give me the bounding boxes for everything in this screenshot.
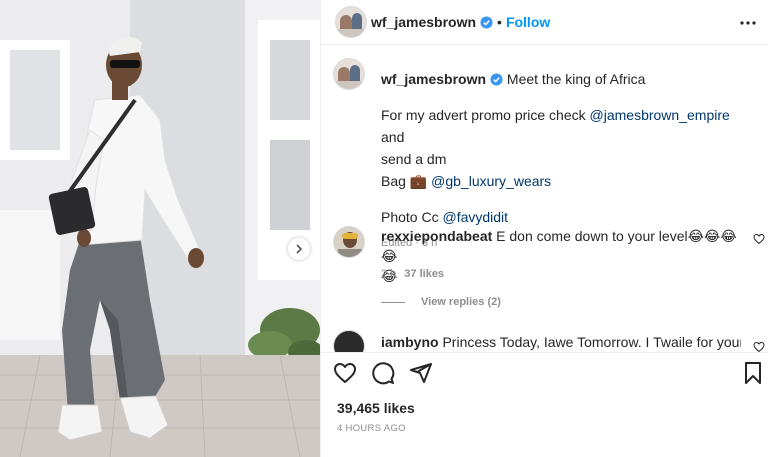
view-replies-label: View replies (2) <box>421 296 501 308</box>
comment-like-heart-icon[interactable] <box>753 341 765 352</box>
comment-avatar[interactable] <box>333 330 365 352</box>
bookmark-icon[interactable] <box>741 361 765 385</box>
mention-favydidit[interactable]: @favydidit <box>442 209 508 225</box>
mention-jamesbrown-empire[interactable]: @jamesbrown_empire <box>590 107 730 123</box>
comment-likes[interactable]: 37 likes <box>404 268 444 280</box>
heart-icon[interactable] <box>333 361 357 385</box>
comment-time: 2 h <box>381 268 397 280</box>
caption-line2: send a dm <box>381 151 447 167</box>
verified-badge-icon <box>490 73 503 86</box>
post-timestamp[interactable]: 4 HOURS AGO <box>337 423 406 434</box>
caption-photo-label: Photo Cc <box>381 209 443 225</box>
follow-button[interactable]: Follow <box>506 14 550 30</box>
caption-line1: For my advert promo price check <box>381 107 590 123</box>
comment-meta: 2 h 37 likes <box>381 268 444 280</box>
post-actions: 39,465 likes 4 HOURS AGO <box>321 352 768 457</box>
comments-section[interactable]: wf_jamesbrown Meet the king of Africa Fo… <box>321 46 768 352</box>
post-photo[interactable] <box>0 0 320 457</box>
caption-headline: Meet the king of Africa <box>506 71 646 87</box>
post-header: wf_jamesbrown • Follow <box>321 0 768 45</box>
verified-badge-icon <box>480 16 493 29</box>
carousel-next-button[interactable] <box>288 238 310 260</box>
author-username[interactable]: wf_jamesbrown <box>371 14 476 30</box>
comment-like-heart-icon[interactable] <box>753 233 765 245</box>
comment-body: E don come down to your level <box>496 228 688 244</box>
comment-body: Princess Today, Iawe Tomorrow. I Twaile … <box>442 334 741 350</box>
author-avatar[interactable] <box>335 6 367 38</box>
post-image <box>0 0 320 457</box>
mention-gb-luxury-wears[interactable]: @gb_luxury_wears <box>431 173 551 189</box>
separator-dot: • <box>497 14 502 30</box>
more-icon[interactable] <box>739 14 757 32</box>
briefcase-emoji: 💼 <box>409 173 428 189</box>
share-icon[interactable] <box>409 361 433 385</box>
caption-line1-tail: and <box>381 129 405 145</box>
comment-text: iambyno Princess Today, Iawe Tomorrow. I… <box>381 334 741 350</box>
header-author: wf_jamesbrown • Follow <box>371 14 550 30</box>
comment-avatar[interactable] <box>333 226 365 258</box>
comment-icon[interactable] <box>371 361 395 385</box>
caption-author[interactable]: wf_jamesbrown <box>381 71 486 87</box>
caption-bag-label: Bag <box>381 173 410 189</box>
comment-author[interactable]: iambyno <box>381 334 439 350</box>
post-panel: wf_jamesbrown • Follow wf_jamesbrown Meet … <box>320 0 768 457</box>
comment-author[interactable]: rexxiepondabeat <box>381 228 492 244</box>
caption-avatar[interactable] <box>333 58 365 90</box>
likes-count[interactable]: 39,465 likes <box>337 400 415 416</box>
chevron-right-icon <box>296 244 303 254</box>
view-replies-button[interactable]: View replies (2) <box>381 296 501 308</box>
action-icons <box>333 361 447 385</box>
